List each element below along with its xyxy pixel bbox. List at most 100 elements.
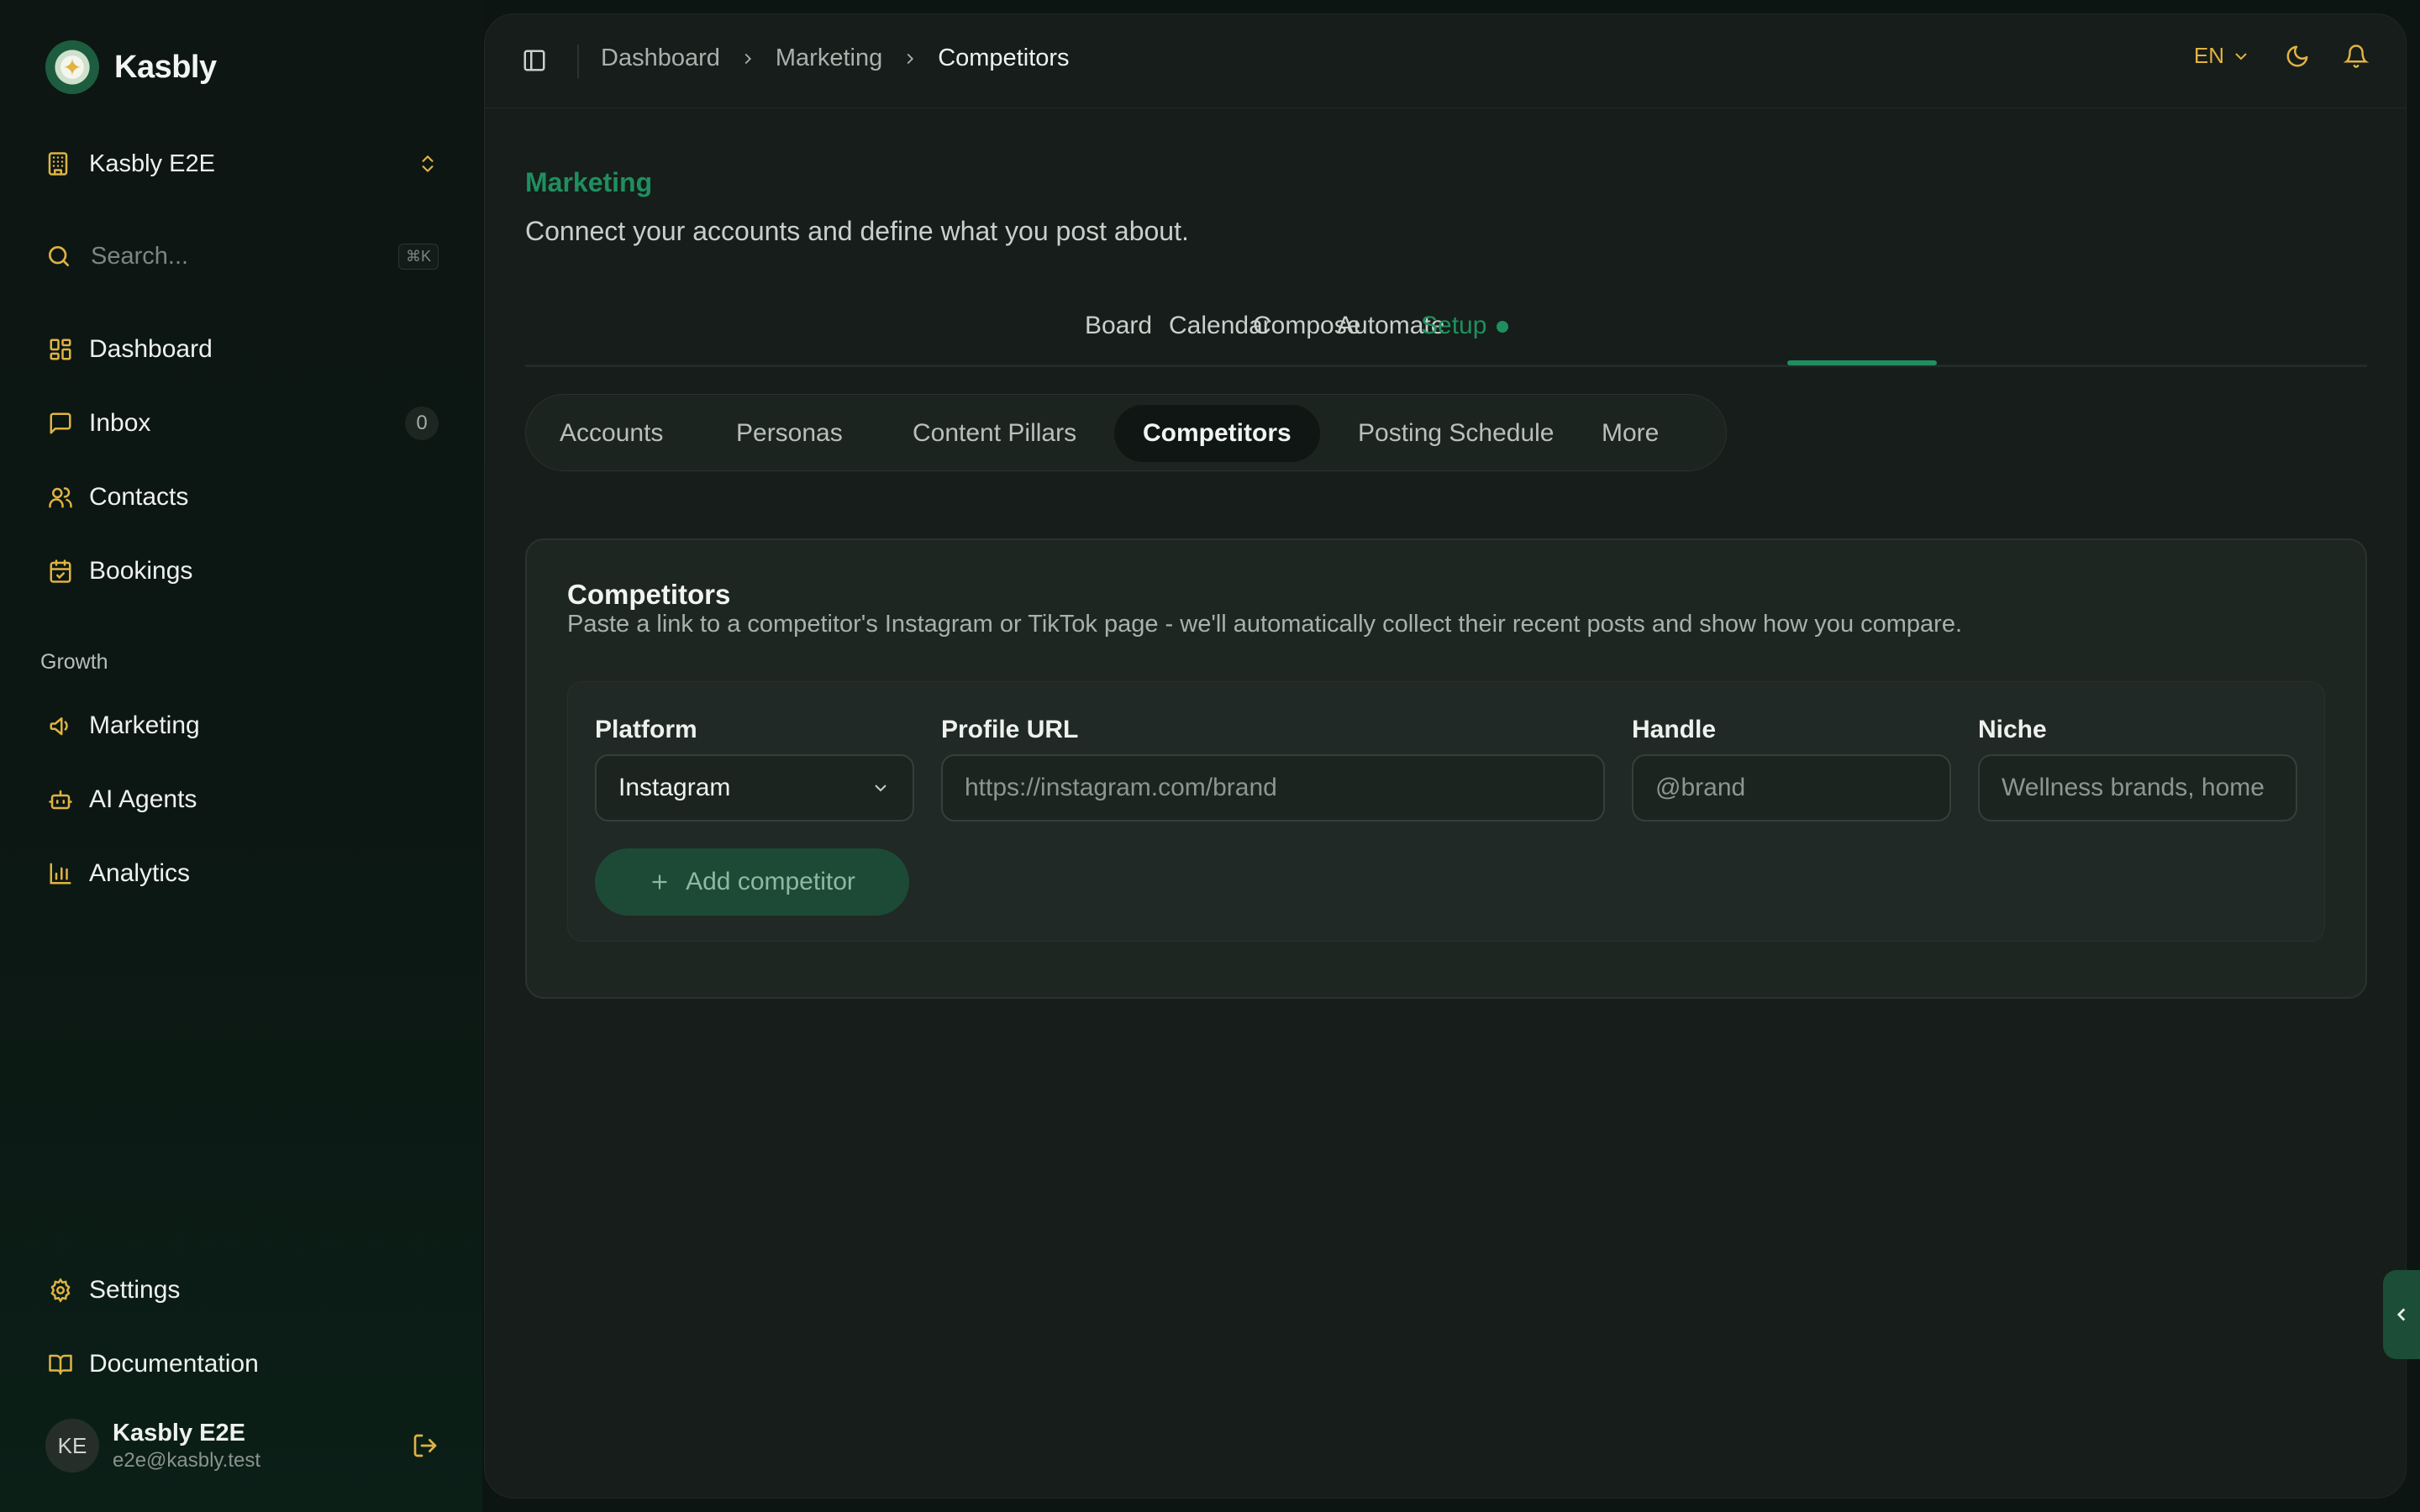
sidebar-item-label: Documentation: [89, 1350, 259, 1378]
inbox-count-badge: 0: [405, 407, 439, 440]
niche-input[interactable]: Wellness brands, home: [1978, 754, 2297, 822]
sidebar-item-label: Analytics: [89, 859, 191, 887]
chevron-right-icon: [739, 50, 757, 68]
breadcrumb-competitors: Competitors: [938, 45, 1070, 71]
sidebar-item-settings[interactable]: Settings: [45, 1267, 439, 1314]
sidebar-item-ai-agents[interactable]: AI Agents: [45, 776, 439, 823]
card-description: Paste a link to a competitor's Instagram…: [567, 611, 1963, 638]
sidebar-item-label: Contacts: [89, 483, 189, 511]
search-box[interactable]: Search... ⌘K: [45, 237, 439, 276]
subtab-posting-schedule[interactable]: Posting Schedule: [1358, 405, 1555, 462]
logout-icon[interactable]: [412, 1432, 439, 1459]
sidebar-item-label: Inbox: [89, 409, 151, 437]
sidebar-item-label: Dashboard: [89, 335, 213, 363]
add-competitor-label: Add competitor: [686, 868, 855, 895]
niche-label: Niche: [1978, 716, 2047, 743]
subtab-competitors[interactable]: Competitors: [1114, 405, 1320, 462]
chevron-left-icon: [2391, 1304, 2412, 1326]
main-panel: Dashboard Marketing Competitors EN Marke…: [484, 13, 2407, 1499]
gear-icon: [45, 1275, 76, 1305]
page-eyebrow: Marketing: [525, 167, 653, 197]
sidebar-toggle-icon[interactable]: [522, 48, 547, 73]
chevron-down-icon: [871, 778, 891, 798]
sidebar-item-bookings[interactable]: Bookings: [45, 548, 439, 595]
status-dot: [1497, 321, 1509, 333]
page-subtitle: Connect your accounts and define what yo…: [525, 216, 1189, 246]
competitors-card: Competitors Paste a link to a competitor…: [525, 538, 2367, 999]
card-title: Competitors: [567, 579, 731, 610]
tab-setup-label: Setup: [1421, 312, 1487, 339]
brand-name: Kasbly: [114, 49, 217, 85]
profile-url-input[interactable]: https://instagram.com/brand: [941, 754, 1605, 822]
moon-icon[interactable]: [2285, 44, 2310, 69]
building-icon: [45, 151, 71, 176]
niche-placeholder: Wellness brands, home: [2002, 774, 2265, 801]
profile-url-label: Profile URL: [941, 716, 1079, 743]
handle-placeholder: @brand: [1655, 774, 1746, 801]
sidebar-item-label: Bookings: [89, 557, 193, 585]
plus-icon: [649, 871, 671, 893]
profile-url-placeholder: https://instagram.com/brand: [965, 774, 1277, 801]
breadcrumb: Dashboard Marketing Competitors: [601, 45, 1070, 72]
search-placeholder: Search...: [91, 242, 189, 270]
bot-icon: [45, 785, 76, 815]
brand-logo-icon: ✦: [45, 40, 99, 94]
message-square-icon: [45, 408, 76, 438]
language-code: EN: [2193, 43, 2224, 68]
calendar-check-icon: [45, 556, 76, 586]
tab-board[interactable]: Board: [1085, 312, 1152, 362]
sidebar-item-documentation[interactable]: Documentation: [45, 1341, 439, 1388]
add-competitor-button[interactable]: Add competitor: [595, 848, 909, 916]
subtab-accounts[interactable]: Accounts: [560, 405, 663, 462]
topbar-divider: [577, 45, 579, 78]
org-switcher[interactable]: Kasbly E2E: [45, 143, 439, 185]
brand[interactable]: ✦ Kasbly: [45, 40, 217, 94]
subtab-content-pillars[interactable]: Content Pillars: [913, 405, 1076, 462]
subtab-personas[interactable]: Personas: [736, 405, 843, 462]
sidebar: ✦ Kasbly Kasbly E2E Search... ⌘K Dashboa…: [0, 0, 482, 1512]
platform-select[interactable]: Instagram: [595, 754, 914, 822]
section-tabs: Board Calendar Compose Automate Setup: [525, 300, 2367, 367]
breadcrumb-dashboard[interactable]: Dashboard: [601, 45, 720, 72]
sidebar-item-label: Settings: [89, 1276, 181, 1304]
sidebar-item-analytics[interactable]: Analytics: [45, 850, 439, 897]
org-name: Kasbly E2E: [89, 150, 215, 177]
sidebar-item-contacts[interactable]: Contacts: [45, 474, 439, 521]
user-info: Kasbly E2E e2e@kasbly.test: [113, 1420, 260, 1473]
tab-setup[interactable]: Setup: [1421, 312, 1509, 362]
topbar-actions: EN: [2194, 43, 2369, 69]
book-open-icon: [45, 1349, 76, 1379]
user-email: e2e@kasbly.test: [113, 1448, 261, 1472]
platform-value: Instagram: [618, 774, 731, 801]
sidebar-item-dashboard[interactable]: Dashboard: [45, 326, 439, 373]
handle-label: Handle: [1632, 716, 1717, 743]
layout-grid-icon: [45, 334, 76, 365]
sidebar-item-marketing[interactable]: Marketing: [45, 702, 439, 749]
bar-chart-icon: [45, 858, 76, 889]
search-icon: [45, 243, 72, 270]
breadcrumb-marketing[interactable]: Marketing: [776, 45, 882, 72]
sidebar-item-inbox[interactable]: Inbox 0: [45, 400, 439, 447]
language-selector[interactable]: EN: [2194, 43, 2251, 69]
chevron-right-icon: [901, 50, 919, 68]
user-profile[interactable]: KE Kasbly E2E e2e@kasbly.test: [45, 1416, 439, 1475]
chevron-down-icon: [2231, 46, 2251, 66]
sidebar-item-label: Marketing: [89, 711, 200, 739]
users-icon: [45, 482, 76, 512]
handle-input[interactable]: @brand: [1632, 754, 1951, 822]
avatar: KE: [45, 1419, 99, 1473]
topbar: Dashboard Marketing Competitors EN: [485, 14, 2406, 108]
bell-icon[interactable]: [2344, 44, 2369, 69]
sidebar-item-label: AI Agents: [89, 785, 197, 813]
subtab-more[interactable]: More: [1602, 405, 1659, 462]
platform-label: Platform: [595, 716, 697, 743]
growth-section-label: Growth: [40, 650, 108, 674]
search-shortcut: ⌘K: [397, 243, 439, 270]
chevrons-up-down-icon: [417, 153, 439, 175]
setup-subtabs: Accounts Personas Content Pillars Compet…: [525, 394, 1727, 471]
add-competitor-form: Platform Instagram Profile URL https://i…: [567, 681, 2325, 942]
active-tab-indicator: [1787, 360, 1937, 365]
megaphone-icon: [45, 711, 76, 741]
panel-expand-tab[interactable]: [2383, 1270, 2420, 1359]
user-name: Kasbly E2E: [113, 1419, 245, 1446]
